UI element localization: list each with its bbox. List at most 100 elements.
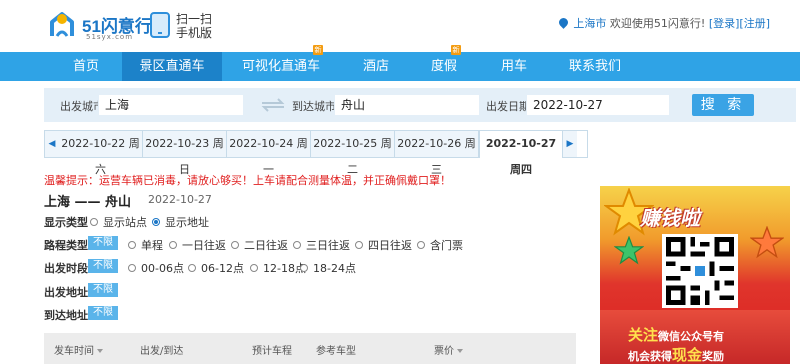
ad-line1: 关注微信公众号有 — [628, 326, 725, 344]
radio-checked-icon — [152, 218, 160, 226]
depart-date-label: 出发日期 — [486, 100, 530, 113]
radio-icon — [355, 241, 363, 249]
option-show-address[interactable]: 显示地址 — [152, 214, 209, 230]
radio-icon — [90, 218, 98, 226]
scan-line1: 扫一扫 — [176, 12, 213, 26]
nav-vacation[interactable]: 度假 — [408, 52, 480, 81]
new-badge: 新 — [313, 45, 323, 55]
search-button[interactable]: 搜 索 — [692, 94, 754, 116]
qr-code-icon — [662, 234, 738, 308]
radio-icon — [188, 264, 196, 272]
to-city-label: 到达城市 — [292, 100, 336, 113]
option-label: 显示地址 — [165, 216, 209, 229]
option-1day-return[interactable]: 一日往返 — [169, 237, 226, 253]
nav-scenic-express[interactable]: 景区直通车 — [122, 52, 222, 81]
option-label: 00-06点 — [141, 262, 184, 275]
display-type-label: 显示类型 — [44, 216, 88, 229]
star-icon — [614, 236, 644, 265]
option-show-stations[interactable]: 显示站点 — [90, 214, 147, 230]
route-type-label: 路程类型 — [44, 239, 88, 252]
swap-icon[interactable] — [258, 97, 288, 113]
sort-icon — [97, 349, 103, 353]
option-with-ticket[interactable]: 含门票 — [417, 237, 463, 253]
depart-address-nolimit[interactable]: 不限 — [88, 283, 118, 297]
nav-home[interactable]: 首页 — [50, 52, 122, 81]
option-label: 18-24点 — [313, 262, 356, 275]
notice-text: 温馨提示：运营车辆已消毒，请放心够买！上车请配合测量体温，并正确佩戴口罩！ — [44, 174, 451, 187]
route-date: 2022-10-27 — [148, 193, 212, 206]
option-2day-return[interactable]: 二日往返 — [231, 237, 288, 253]
ad-line2: 机会获得现金奖励 — [628, 346, 725, 364]
register-link[interactable]: [注册] — [739, 17, 770, 30]
depart-address-label: 出发地址 — [44, 286, 88, 299]
header-user-area: 上海市 欢迎使用51闪意行! [登录][注册] — [557, 15, 770, 31]
prev-date-arrow-icon[interactable]: ◀ — [45, 131, 59, 157]
depart-date-input[interactable]: 2022-10-27 — [526, 94, 670, 116]
radio-icon — [128, 241, 136, 249]
radio-icon — [169, 241, 177, 249]
star-icon — [750, 226, 784, 259]
date-tab[interactable]: 2022-10-22 周六 — [59, 131, 143, 176]
scan-line2: 手机版 — [176, 26, 213, 40]
radio-icon — [293, 241, 301, 249]
option-label: 含门票 — [430, 239, 463, 252]
scan-mobile-link[interactable]: 扫一扫 手机版 — [176, 12, 212, 40]
option-4day-return[interactable]: 四日往返 — [355, 237, 412, 253]
date-tab-active[interactable]: 2022-10-27 周四 — [479, 130, 563, 176]
date-tab[interactable]: 2022-10-24 周一 — [227, 131, 311, 176]
date-tab[interactable]: 2022-10-23 周日 — [143, 131, 227, 176]
option-06-12[interactable]: 06-12点 — [188, 260, 244, 276]
option-00-06[interactable]: 00-06点 — [128, 260, 184, 276]
col-label: 发车时间 — [54, 346, 94, 357]
logo-url: 51syx.com — [86, 33, 134, 41]
nav-car-rental[interactable]: 用车 — [480, 52, 548, 81]
option-label: 显示站点 — [103, 216, 147, 229]
ad-title: 赚钱啦 — [640, 206, 700, 230]
location-pin-icon — [557, 16, 571, 29]
col-depart-arrive: 出发/到达 — [140, 346, 184, 357]
login-link[interactable]: [登录] — [709, 17, 740, 30]
col-depart-time[interactable]: 发车时间 — [54, 342, 103, 357]
date-tab[interactable]: 2022-10-26 周三 — [395, 131, 479, 176]
col-duration: 预计车程 — [252, 346, 292, 357]
route-type-nolimit[interactable]: 不限 — [88, 236, 118, 250]
main-nav: 首页 景区直通车 可视化直通车 新 酒店 度假 新 用车 联系我们 — [0, 45, 800, 81]
date-tab[interactable]: 2022-10-25 周二 — [311, 131, 395, 176]
nav-visual-express-label: 可视化直通车 — [241, 59, 320, 74]
option-3day-return[interactable]: 三日往返 — [293, 237, 350, 253]
radio-icon — [300, 264, 308, 272]
arrive-address-label: 到达地址 — [44, 309, 88, 322]
next-date-arrow-icon[interactable]: ▶ — [563, 131, 577, 157]
radio-icon — [250, 264, 258, 272]
option-18-24[interactable]: 18-24点 — [300, 260, 356, 276]
option-label: 二日往返 — [244, 239, 288, 252]
option-label: 一日往返 — [182, 239, 226, 252]
col-vehicle: 参考车型 — [316, 346, 356, 357]
radio-icon — [128, 264, 136, 272]
option-label: 四日往返 — [368, 239, 412, 252]
from-city-input[interactable]: 上海 — [98, 94, 244, 116]
option-label: 单程 — [141, 239, 163, 252]
to-city-input[interactable]: 舟山 — [334, 94, 480, 116]
welcome-text: 欢迎使用51闪意行! — [609, 17, 706, 30]
option-label: 06-12点 — [201, 262, 244, 275]
option-one-way[interactable]: 单程 — [128, 237, 163, 253]
col-price[interactable]: 票价 — [434, 342, 463, 357]
results-table-header: 发车时间 出发/到达 预计车程 参考车型 票价 — [44, 333, 576, 364]
time-slot-label: 出发时段 — [44, 262, 88, 275]
arrive-address-nolimit[interactable]: 不限 — [88, 306, 118, 320]
nav-visual-express[interactable]: 可视化直通车 — [222, 52, 340, 81]
route-title: 上海 —— 舟山 — [44, 195, 132, 210]
nav-contact[interactable]: 联系我们 — [548, 52, 642, 81]
date-tabs: ◀ 2022-10-22 周六 2022-10-23 周日 2022-10-24… — [44, 130, 588, 176]
phone-icon[interactable] — [150, 12, 170, 38]
radio-icon — [417, 241, 425, 249]
sort-icon — [457, 349, 463, 353]
radio-icon — [231, 241, 239, 249]
nav-hotel[interactable]: 酒店 — [344, 52, 408, 81]
current-city[interactable]: 上海市 — [573, 17, 606, 30]
wechat-promo-ad[interactable]: 赚钱啦 关注微信公众号有 机会获得现金奖励 — [600, 186, 790, 364]
time-slot-nolimit[interactable]: 不限 — [88, 259, 118, 273]
option-12-18[interactable]: 12-18点 — [250, 260, 306, 276]
new-badge: 新 — [451, 45, 461, 55]
